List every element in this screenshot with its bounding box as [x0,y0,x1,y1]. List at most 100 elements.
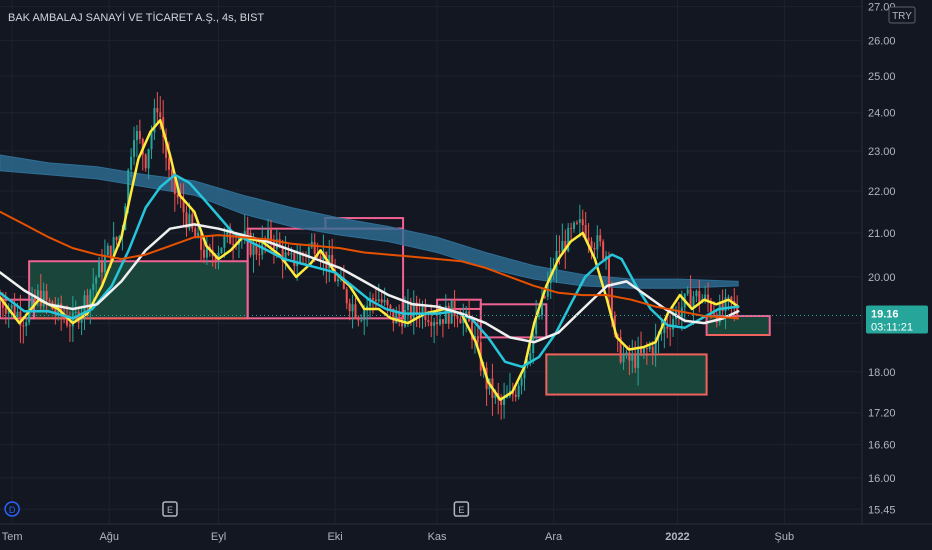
candle-body [100,261,103,273]
candle-body [517,385,520,397]
earnings-marker[interactable]: E [162,501,178,517]
candle-body [514,394,517,397]
candle-body [459,318,462,324]
x-tick-label: Eki [327,531,342,543]
candle-body [575,222,578,224]
candle-body [144,154,147,169]
candle-body [695,290,698,297]
candle-body [622,355,625,363]
candle-body [103,255,106,273]
candle-body [427,320,430,322]
candle-body [258,254,261,256]
candle-body [529,353,532,361]
candle-body [345,289,348,304]
candle-body [246,231,249,233]
candle-body [590,240,593,248]
y-tick-label: 16.60 [868,440,896,452]
candle-body [538,315,541,318]
candle-body [669,328,672,330]
chart-title: BAK AMBALAJ SANAYİ VE TİCARET A.Ş., 4s, … [8,11,264,24]
candle-body [357,317,360,321]
candle-body [648,346,651,350]
x-tick-label: Ağu [99,531,119,543]
candle-body [22,325,25,327]
candle-body [721,302,724,312]
candle-body [92,283,95,291]
candle-body [115,237,118,241]
candle-body [191,214,194,229]
candle-body [436,322,439,325]
candle-body [130,156,133,170]
x-tick-label: Kas [428,531,447,543]
candle-body [223,235,226,248]
candle-body [16,311,19,317]
price-chart[interactable]: 15.4516.0016.6017.2018.0019.0020.0021.00… [0,0,932,550]
candle-body [532,333,535,354]
y-tick-label: 17.20 [868,408,896,420]
candle-body [348,303,351,312]
candle-body [133,140,136,157]
candle-body [663,326,666,333]
candle-body [147,149,150,169]
candle-body [31,294,34,307]
x-tick-label: Tem [2,531,23,543]
bar-countdown: 03:11:21 [871,322,913,334]
candle-body [453,300,456,317]
currency-badge[interactable]: TRY [888,6,916,24]
candle-body [290,253,293,255]
earnings-marker[interactable]: E [453,501,470,517]
candle-body [74,311,77,313]
candle-body [651,346,654,354]
candle-body [727,296,730,298]
candle-body [95,277,98,284]
candle-body [48,300,51,302]
candle-body [299,254,302,262]
x-tick-label: Ara [545,531,563,543]
candle-body [573,222,576,229]
candle-body [389,305,392,309]
candle-body [232,243,235,245]
y-tick-label: 23.00 [868,146,896,158]
candle-body [634,353,637,368]
candle-body [625,352,628,356]
candle-body [628,352,631,361]
candle-body [159,112,162,118]
candle-body [698,290,701,303]
x-tick-label: Şub [775,531,795,543]
candle-body [593,247,596,250]
candle-body [672,319,675,330]
event-marker-label: E [167,505,173,515]
candle-body [377,299,380,302]
candle-body [433,322,436,326]
candle-body [587,237,590,241]
x-tick-label: Eyl [211,531,226,543]
candle-body [252,243,255,256]
candle-body [666,326,669,329]
candle-body [395,312,398,324]
candle-body [476,336,479,343]
candle-body [596,235,599,250]
candle-body [168,157,171,170]
candle-body [371,298,374,300]
y-tick-label: 20.00 [868,272,896,284]
candle-body [374,299,377,302]
event-marker-label: D [9,505,16,515]
candle-body [543,296,546,298]
candle-body [386,300,389,306]
candle-body [68,325,71,327]
y-tick-label: 18.00 [868,367,896,379]
candle-body [10,305,13,309]
candle-body [351,304,354,312]
candle-body [607,255,610,289]
dividend-marker[interactable]: D [4,501,20,517]
y-tick-label: 21.00 [868,228,896,240]
candle-body [319,256,322,260]
chart-root: 15.4516.0016.6017.2018.0019.0020.0021.00… [0,0,932,550]
candle-body [581,219,584,226]
last-price-value: 19.16 [871,309,899,321]
candle-body [637,348,640,368]
candle-body [42,291,45,307]
candle-body [86,295,89,307]
candle-body [561,240,564,252]
candle-body [360,320,363,322]
